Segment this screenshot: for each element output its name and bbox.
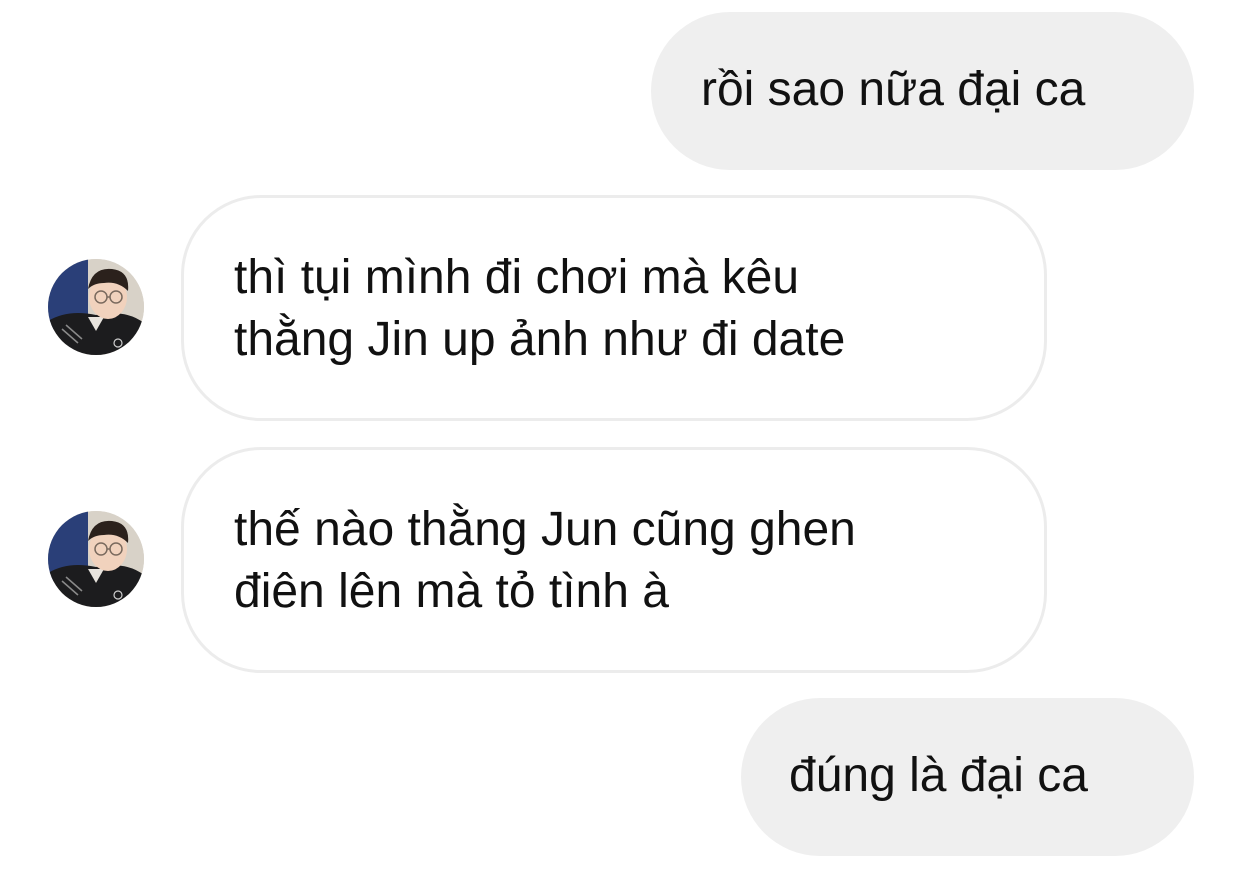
avatar[interactable]	[48, 511, 144, 607]
received-message-bubble[interactable]: thế nào thằng Jun cũng ghen điên lên mà …	[181, 447, 1047, 673]
received-message-bubble[interactable]: thì tụi mình đi chơi mà kêu thằng Jin up…	[181, 195, 1047, 421]
sent-message-bubble[interactable]: rồi sao nữa đại ca	[651, 12, 1194, 170]
message-text-line: thế nào thằng Jun cũng ghen	[234, 503, 856, 556]
message-text-line: điên lên mà tỏ tình à	[234, 565, 669, 618]
message-text: đúng là đại ca	[789, 749, 1088, 802]
message-text-line: thì tụi mình đi chơi mà kêu	[234, 251, 800, 304]
message-text: rồi sao nữa đại ca	[701, 63, 1086, 116]
sent-message-bubble[interactable]: đúng là đại ca	[741, 698, 1194, 856]
avatar[interactable]	[48, 259, 144, 355]
profile-photo-icon	[48, 259, 144, 355]
profile-photo-icon	[48, 511, 144, 607]
message-text-line: thằng Jin up ảnh như đi date	[234, 313, 846, 366]
message-thread: rồi sao nữa đại ca thì tụi mình đi chơi …	[0, 0, 1242, 869]
